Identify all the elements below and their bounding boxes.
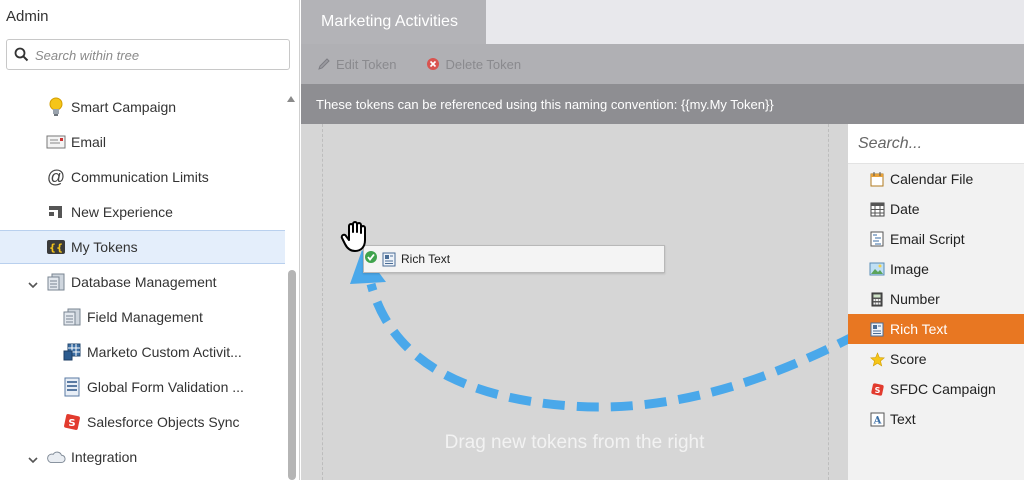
tree-item-integration[interactable]: Integration [0, 440, 285, 474]
palette-item-calendar-file[interactable]: Calendar File [848, 164, 1024, 194]
date-icon [869, 201, 885, 217]
palette-item-email-script[interactable]: Email Script [848, 224, 1024, 254]
palette-search-input[interactable] [858, 132, 1018, 156]
admin-tree-panel: Admin Smart Campaign Email @ Communicati… [0, 0, 300, 480]
pencil-icon [317, 57, 331, 71]
tree-item-label: Marketo Custom Activit... [87, 344, 242, 360]
token-canvas[interactable]: Rich Text Drag new tokens from the right [301, 124, 848, 480]
tree-item-database-management[interactable]: Database Management [0, 265, 285, 299]
edit-token-label: Edit Token [336, 56, 397, 72]
tree-scrollbar[interactable] [288, 270, 296, 480]
tree-search-box[interactable] [6, 39, 290, 70]
chevron-down-icon[interactable] [28, 276, 38, 292]
svg-text:A: A [872, 415, 881, 426]
tree-item-communication-limits[interactable]: @ Communication Limits [0, 160, 285, 194]
delete-token-label: Delete Token [445, 56, 522, 72]
palette-item-label: Image [890, 261, 929, 277]
palette-item-number[interactable]: Number [848, 284, 1024, 314]
main-panel: Marketing Activities Edit Token Delete T… [301, 0, 1024, 480]
palette-item-rich-text[interactable]: Rich Text [848, 314, 1024, 344]
palette-search-box[interactable] [848, 124, 1024, 164]
tree-item-global-form-validation[interactable]: Global Form Validation ... [0, 370, 285, 404]
drag-arrow-icon [350, 250, 848, 412]
palette-item-image[interactable]: Image [848, 254, 1024, 284]
text-icon: A [869, 411, 885, 427]
svg-text:{{: {{ [49, 243, 63, 254]
cloud-icon [46, 447, 66, 467]
new-experience-icon [46, 202, 66, 222]
tree-item-email[interactable]: Email [0, 125, 285, 159]
tokens-icon: {{ [46, 237, 66, 257]
palette-item-label: Score [890, 351, 927, 367]
tree-item-label: My Tokens [71, 239, 138, 255]
salesforce-sync-icon: S [62, 412, 82, 432]
number-icon [869, 291, 885, 307]
database-icon [46, 272, 66, 292]
palette-item-label: Rich Text [890, 321, 948, 337]
tab-bar: Marketing Activities [301, 0, 1024, 44]
tree-item-smart-campaign[interactable]: Smart Campaign [0, 90, 285, 124]
tree-item-label: Global Form Validation ... [87, 379, 244, 395]
naming-convention-info: These tokens can be referenced using thi… [301, 84, 1024, 124]
drag-hint-text: Drag new tokens from the right [444, 432, 705, 453]
svg-text:S: S [68, 418, 75, 429]
tab-marketing-activities[interactable]: Marketing Activities [301, 0, 486, 44]
delete-icon [426, 57, 440, 71]
palette-item-label: Email Script [890, 231, 965, 247]
database-icon [62, 307, 82, 327]
tree-item-label: Salesforce Objects Sync [87, 414, 240, 430]
rich-text-icon [869, 321, 885, 337]
tree-item-label: Integration [71, 449, 138, 465]
tree-item-label: Smart Campaign [71, 99, 177, 115]
chevron-down-icon[interactable] [28, 451, 38, 467]
tree-item-marketo-custom-activities[interactable]: Marketo Custom Activit... [0, 335, 285, 369]
svg-text:S: S [874, 386, 880, 395]
tree-item-salesforce-objects-sync[interactable]: S Salesforce Objects Sync [0, 405, 285, 439]
grab-hand-icon [340, 220, 372, 259]
tree-item-field-management[interactable]: Field Management [0, 300, 285, 334]
tree-item-label: Database Management [71, 274, 217, 290]
palette-item-date[interactable]: Date [848, 194, 1024, 224]
dragged-token-label: Rich Text [401, 252, 451, 266]
palette-item-text[interactable]: A Text [848, 404, 1024, 434]
email-icon [46, 132, 66, 152]
palette-item-label: Date [890, 201, 920, 217]
tree-item-label: Email [71, 134, 107, 150]
at-sign-icon: @ [46, 166, 66, 187]
edit-token-button[interactable]: Edit Token [317, 57, 396, 72]
palette-item-score[interactable]: Score [848, 344, 1024, 374]
tree-item-my-tokens[interactable]: {{ My Tokens [0, 230, 285, 264]
admin-title: Admin [6, 8, 49, 25]
scroll-up-arrow[interactable] [287, 96, 295, 102]
rich-text-icon [382, 252, 396, 267]
palette-item-label: SFDC Campaign [890, 381, 996, 397]
tree-item-new-experience[interactable]: New Experience [0, 195, 285, 229]
palette-item-label: Calendar File [890, 171, 974, 187]
delete-token-button[interactable]: Delete Token [426, 57, 521, 72]
calendar-file-icon [869, 171, 885, 187]
sfdc-campaign-icon: S [869, 381, 885, 397]
tree-item-label: New Experience [71, 204, 173, 220]
email-script-icon [869, 231, 885, 247]
palette-item-label: Text [890, 411, 916, 427]
form-validation-icon [62, 377, 82, 397]
token-palette: Calendar File Date Email Script Image Nu [848, 124, 1024, 480]
tree-search-input[interactable] [35, 45, 285, 65]
dragged-token[interactable]: Rich Text [363, 245, 665, 273]
search-icon [14, 47, 29, 67]
toolbar: Edit Token Delete Token [301, 44, 1024, 84]
star-icon [869, 351, 885, 367]
palette-item-label: Number [890, 291, 940, 307]
custom-activity-icon [62, 342, 82, 362]
lightbulb-icon [46, 97, 66, 117]
image-icon [869, 261, 885, 277]
palette-item-sfdc-campaign[interactable]: S SFDC Campaign [848, 374, 1024, 404]
tree-item-label: Communication Limits [71, 169, 209, 185]
tree-item-label: Field Management [87, 309, 203, 325]
